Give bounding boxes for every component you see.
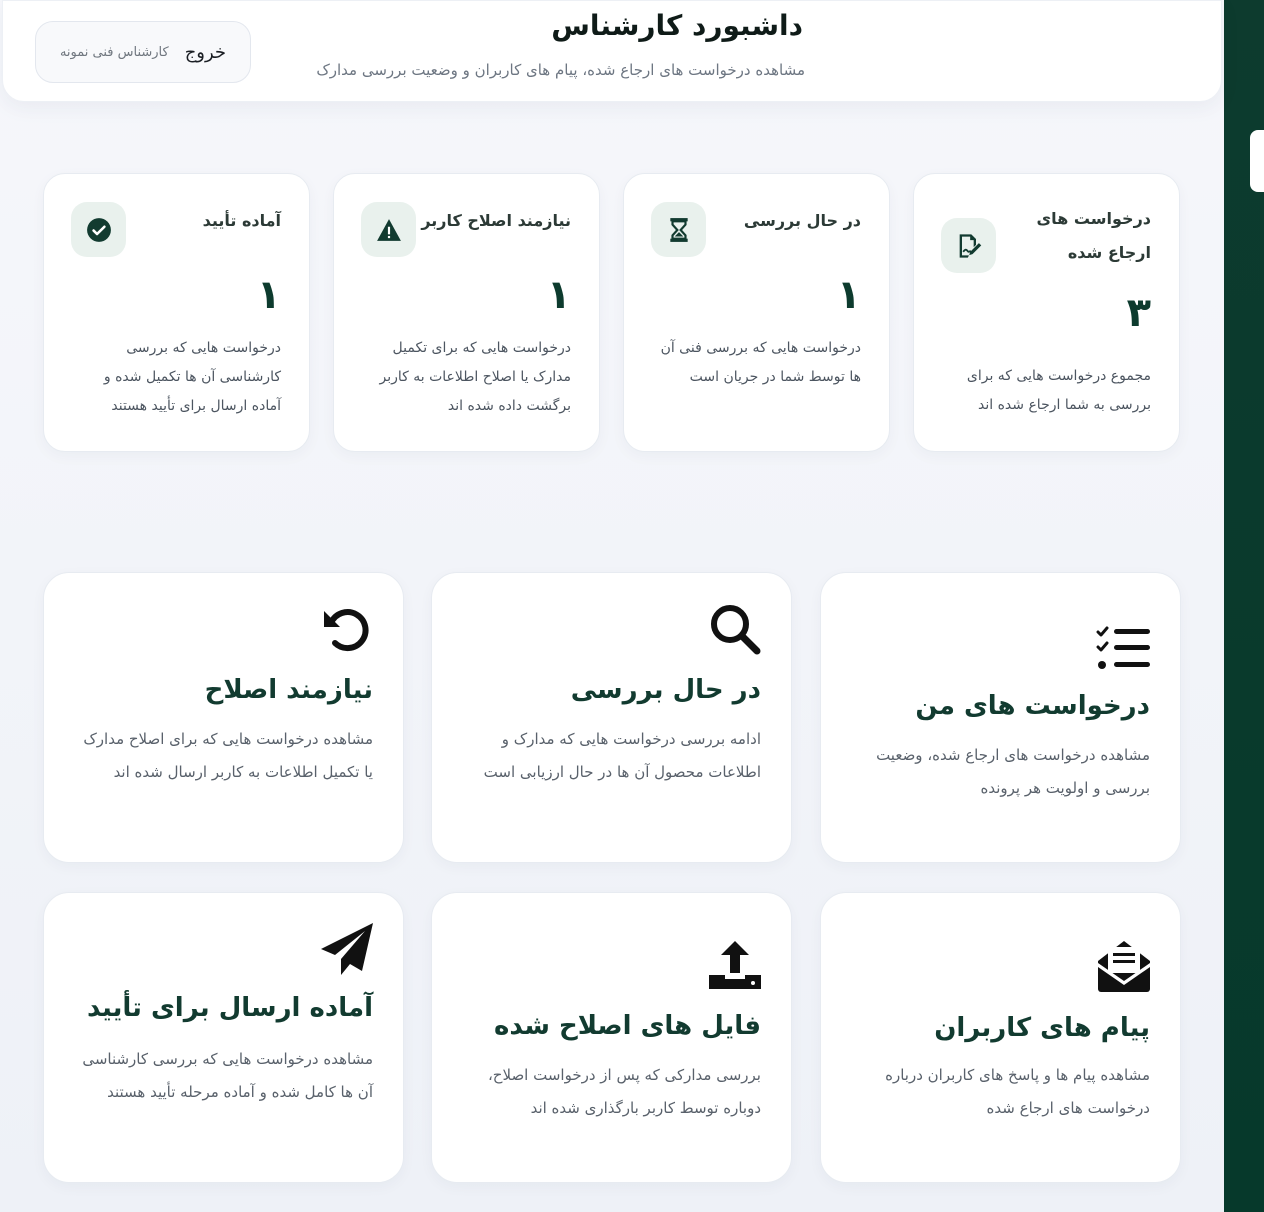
page-header: داشبورد کارشناس مشاهده درخواست های ارجاع… [2,0,1222,102]
stat-value: ۱ [836,272,861,318]
envelope-open-icon [1096,937,1152,993]
page-title: داشبورد کارشناس [551,9,803,42]
page-subtitle: مشاهده درخواست های ارجاع شده، پیام های ک… [316,61,805,79]
stat-value: ۱ [546,272,571,318]
file-signature-icon [941,218,996,273]
feature-description: مشاهده درخواست هایی که برای اصلاح مدارک … [83,730,373,781]
undo-icon [319,601,375,657]
feature-title: در حال بررسی [570,675,761,705]
stat-value: ۱ [256,272,281,318]
feature-description: مشاهده درخواست هایی که بررسی کارشناسی آن… [82,1050,373,1101]
hourglass-icon [651,202,706,257]
feature-description: مشاهده پیام ها و پاسخ های کاربران درباره… [885,1066,1150,1117]
stat-card-in-review: در حال بررسی ۱ درخواست هایی که بررسی فنی… [623,173,890,452]
main-content: داشبورد کارشناس مشاهده درخواست های ارجاع… [0,0,1224,1212]
stat-card-ready-for-approval: آماده تأیید ۱ درخواست هایی که بررسی کارش… [43,173,310,452]
feature-title: پیام های کاربران [934,1013,1150,1043]
check-circle-icon [71,202,126,257]
stat-card-assigned: درخواست های ارجاع شده ۳ مجموع درخواست ها… [913,173,1180,452]
stat-title: در حال بررسی [743,211,861,230]
feature-title: نیازمند اصلاح [204,675,373,705]
stat-description: مجموع درخواست هایی که برای بررسی به شما … [966,368,1151,413]
feature-card-my-requests[interactable]: درخواست های من مشاهده درخواست های ارجاع … [820,572,1181,863]
feature-card-in-review[interactable]: در حال بررسی ادامه بررسی درخواست هایی که… [431,572,792,863]
stat-description: درخواست هایی که برای تکمیل مدارک یا اصلا… [379,340,571,414]
feature-title: درخواست های من [915,691,1150,721]
feature-card-needs-correction[interactable]: نیازمند اصلاح مشاهده درخواست هایی که برا… [43,572,404,863]
stat-card-needs-correction: نیازمند اصلاح کاربر ۱ درخواست هایی که بر… [333,173,600,452]
logout-button[interactable]: خروج [185,42,226,63]
user-box: خروج کارشناس فنی نمونه [35,21,251,83]
side-panel-tab[interactable] [1250,130,1264,192]
feature-card-corrected-files[interactable]: فایل های اصلاح شده بررسی مدارکی که پس از… [431,892,792,1183]
feature-description: مشاهده درخواست های ارجاع شده، وضعیت بررس… [876,746,1150,797]
stat-title: آماده تأیید [202,211,281,230]
stat-description: درخواست هایی که بررسی کارشناسی آن ها تکم… [103,340,281,414]
feature-description: بررسی مدارکی که پس از درخواست اصلاح، دوب… [487,1066,761,1117]
feature-card-ready-for-approval[interactable]: آماده ارسال برای تأیید مشاهده درخواست ها… [43,892,404,1183]
feature-card-user-messages[interactable]: پیام های کاربران مشاهده پیام ها و پاسخ ه… [820,892,1181,1183]
warning-icon [361,202,416,257]
feature-title: فایل های اصلاح شده [494,1011,761,1041]
task-list-icon [1096,621,1152,677]
stat-title: نیازمند اصلاح کاربر [421,211,571,230]
stat-value: ۳ [1126,290,1151,336]
feature-description: ادامه بررسی درخواست هایی که مدارک و اطلا… [483,730,761,781]
stat-title: درخواست های ارجاع شده [1036,209,1151,262]
feature-title: آماده ارسال برای تأیید [87,993,373,1023]
stat-description: درخواست هایی که بررسی فنی آن ها توسط شما… [660,340,861,385]
upload-icon [707,937,763,993]
user-name: کارشناس فنی نمونه [59,44,169,60]
search-icon [707,601,763,657]
paper-plane-icon [319,921,375,977]
